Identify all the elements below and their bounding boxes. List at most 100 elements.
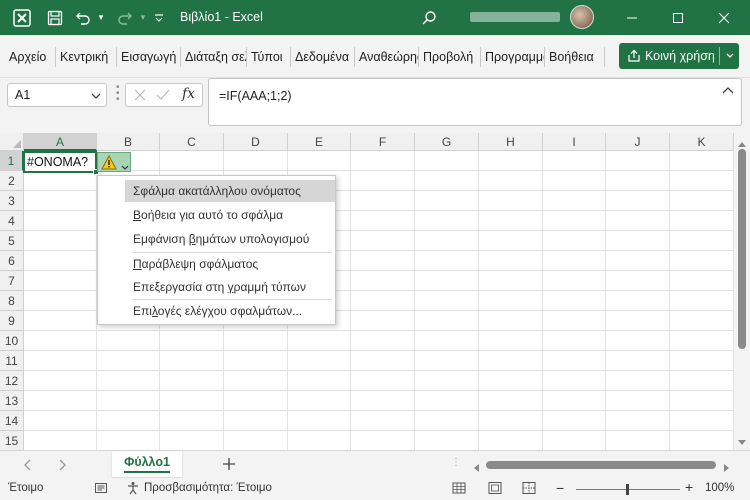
account-name[interactable] — [470, 12, 560, 22]
tab-view[interactable]: Προβολή — [418, 44, 480, 70]
row-header[interactable]: 3 — [0, 191, 24, 211]
cell-mode-icon[interactable] — [94, 481, 108, 498]
column-header[interactable]: F — [351, 133, 415, 151]
search-icon[interactable] — [418, 0, 440, 35]
save-icon[interactable] — [44, 0, 66, 35]
row-header[interactable]: 2 — [0, 171, 24, 191]
tab-data[interactable]: Δεδομένα — [290, 44, 354, 70]
page-break-preview-icon[interactable] — [522, 481, 536, 498]
menu-item-text: Επι — [133, 304, 152, 318]
column-header[interactable]: I — [543, 133, 606, 151]
menu-item-accelerator: Π — [133, 257, 142, 271]
row-header[interactable]: 11 — [0, 351, 24, 371]
row-header[interactable]: 15 — [0, 431, 24, 450]
row-header[interactable]: 4 — [0, 211, 24, 231]
tab-developer[interactable]: Προγραμματιστής — [480, 44, 544, 70]
excel-logo-icon — [10, 0, 34, 35]
row-header[interactable]: 9 — [0, 311, 24, 331]
tab-insert[interactable]: Εισαγωγή — [116, 44, 180, 70]
enter-icon[interactable] — [156, 89, 170, 104]
redo-dropdown-icon[interactable]: ▾ — [137, 0, 149, 35]
tab-help[interactable]: Βοήθεια — [544, 44, 604, 70]
chevron-left-icon[interactable] — [24, 458, 32, 474]
row-header[interactable]: 12 — [0, 371, 24, 391]
cancel-icon[interactable] — [134, 89, 146, 104]
minimize-icon[interactable] — [622, 0, 642, 35]
cell-value: #ΟΝΟΜΑ? — [27, 155, 89, 169]
column-header[interactable]: D — [224, 133, 288, 151]
menu-item-edit-in-formula-bar[interactable]: Επεξεργασία στη γραμμή τύπων — [125, 276, 335, 298]
page-layout-view-icon[interactable] — [488, 481, 502, 498]
scroll-left-icon[interactable] — [473, 461, 479, 475]
zoom-out-icon[interactable]: − — [556, 480, 564, 496]
gridline — [24, 350, 734, 351]
more-options-icon[interactable]: ⋮ — [451, 457, 462, 468]
chevron-right-icon[interactable] — [58, 458, 66, 474]
menu-item-show-calculation-steps[interactable]: Εμφάνιση βημάτων υπολογισμού — [125, 228, 335, 250]
chevron-up-icon[interactable] — [722, 85, 734, 99]
select-all-button[interactable] — [0, 133, 24, 151]
tab-file[interactable]: Αρχείο — [4, 44, 56, 70]
accessibility-status[interactable]: Προσβασιμότητα: Έτοιμο — [144, 482, 272, 494]
error-options-button[interactable] — [97, 152, 131, 172]
accessibility-icon[interactable] — [126, 481, 140, 498]
active-cell-a1[interactable]: #ΟΝΟΜΑ? — [23, 151, 97, 173]
add-sheet-icon[interactable] — [222, 453, 236, 476]
tab-formulas[interactable]: Τύποι — [246, 44, 290, 70]
scroll-down-icon[interactable] — [738, 435, 746, 449]
row-header[interactable]: 8 — [0, 291, 24, 311]
tab-review[interactable]: Αναθεώρηση — [354, 44, 418, 70]
column-header[interactable]: G — [415, 133, 479, 151]
row-header[interactable]: 7 — [0, 271, 24, 291]
row-header[interactable]: 5 — [0, 231, 24, 251]
menu-item-text: Εμφάνιση — [133, 232, 189, 246]
maximize-icon[interactable] — [668, 0, 688, 35]
gridline — [669, 151, 670, 450]
column-header[interactable]: A — [24, 133, 97, 151]
vertical-scrollbar[interactable] — [734, 133, 750, 450]
gridline — [24, 370, 734, 371]
sheet-tab-active[interactable]: Φύλλο1 — [112, 451, 182, 477]
row-header[interactable]: 1 — [0, 151, 24, 171]
horizontal-scrollbar[interactable] — [470, 458, 734, 472]
avatar[interactable] — [570, 5, 594, 29]
menu-item-ignore-error[interactable]: Παράβλεψη σφάλματος — [125, 253, 335, 275]
scroll-up-icon[interactable] — [738, 136, 746, 150]
close-icon[interactable] — [714, 0, 734, 35]
name-box[interactable]: A1 — [7, 83, 107, 107]
more-options-icon[interactable]: • • • — [116, 83, 120, 105]
chevron-down-icon[interactable] — [725, 48, 735, 65]
column-header[interactable]: H — [479, 133, 543, 151]
menu-item-error-checking-options[interactable]: Επιλογές ελέγχου σφαλμάτων... — [125, 300, 335, 322]
menu-item-text: Επεξεργασία στη — [133, 280, 228, 294]
column-header[interactable]: J — [606, 133, 670, 151]
zoom-level[interactable]: 100% — [705, 482, 734, 494]
customize-quick-access-icon[interactable] — [152, 0, 166, 35]
column-header[interactable]: C — [160, 133, 224, 151]
column-header[interactable]: E — [288, 133, 351, 151]
menu-item-accelerator: Β — [133, 208, 142, 222]
row-header[interactable]: 6 — [0, 251, 24, 271]
scroll-right-icon[interactable] — [724, 461, 730, 475]
row-header[interactable]: 10 — [0, 331, 24, 351]
undo-icon[interactable] — [72, 0, 94, 35]
column-header[interactable]: K — [670, 133, 734, 151]
row-header[interactable]: 14 — [0, 411, 24, 431]
column-header[interactable]: B — [97, 133, 160, 151]
share-button[interactable]: Κοινή χρήση — [619, 43, 739, 69]
menu-item-help-on-error[interactable]: Βοήθεια για αυτό το σφάλμα — [125, 204, 335, 226]
redo-icon[interactable] — [114, 0, 136, 35]
formula-input[interactable]: =IF(AAA;1;2) — [208, 78, 742, 126]
sheet-tabs-bar: Φύλλο1 ⋮ — [0, 450, 750, 478]
insert-function-icon[interactable]: fx — [182, 86, 195, 102]
tab-home[interactable]: Κεντρική — [55, 44, 116, 70]
normal-view-icon[interactable] — [452, 481, 466, 498]
zoom-in-icon[interactable]: + — [685, 479, 693, 495]
zoom-slider-thumb[interactable] — [626, 484, 629, 495]
chevron-down-icon[interactable] — [91, 90, 101, 104]
row-header[interactable]: 13 — [0, 391, 24, 411]
scroll-thumb[interactable] — [486, 461, 716, 469]
scroll-thumb[interactable] — [738, 149, 746, 349]
tab-page-layout[interactable]: Διάταξη σελίδας — [180, 44, 246, 70]
undo-dropdown-icon[interactable]: ▾ — [95, 0, 107, 35]
